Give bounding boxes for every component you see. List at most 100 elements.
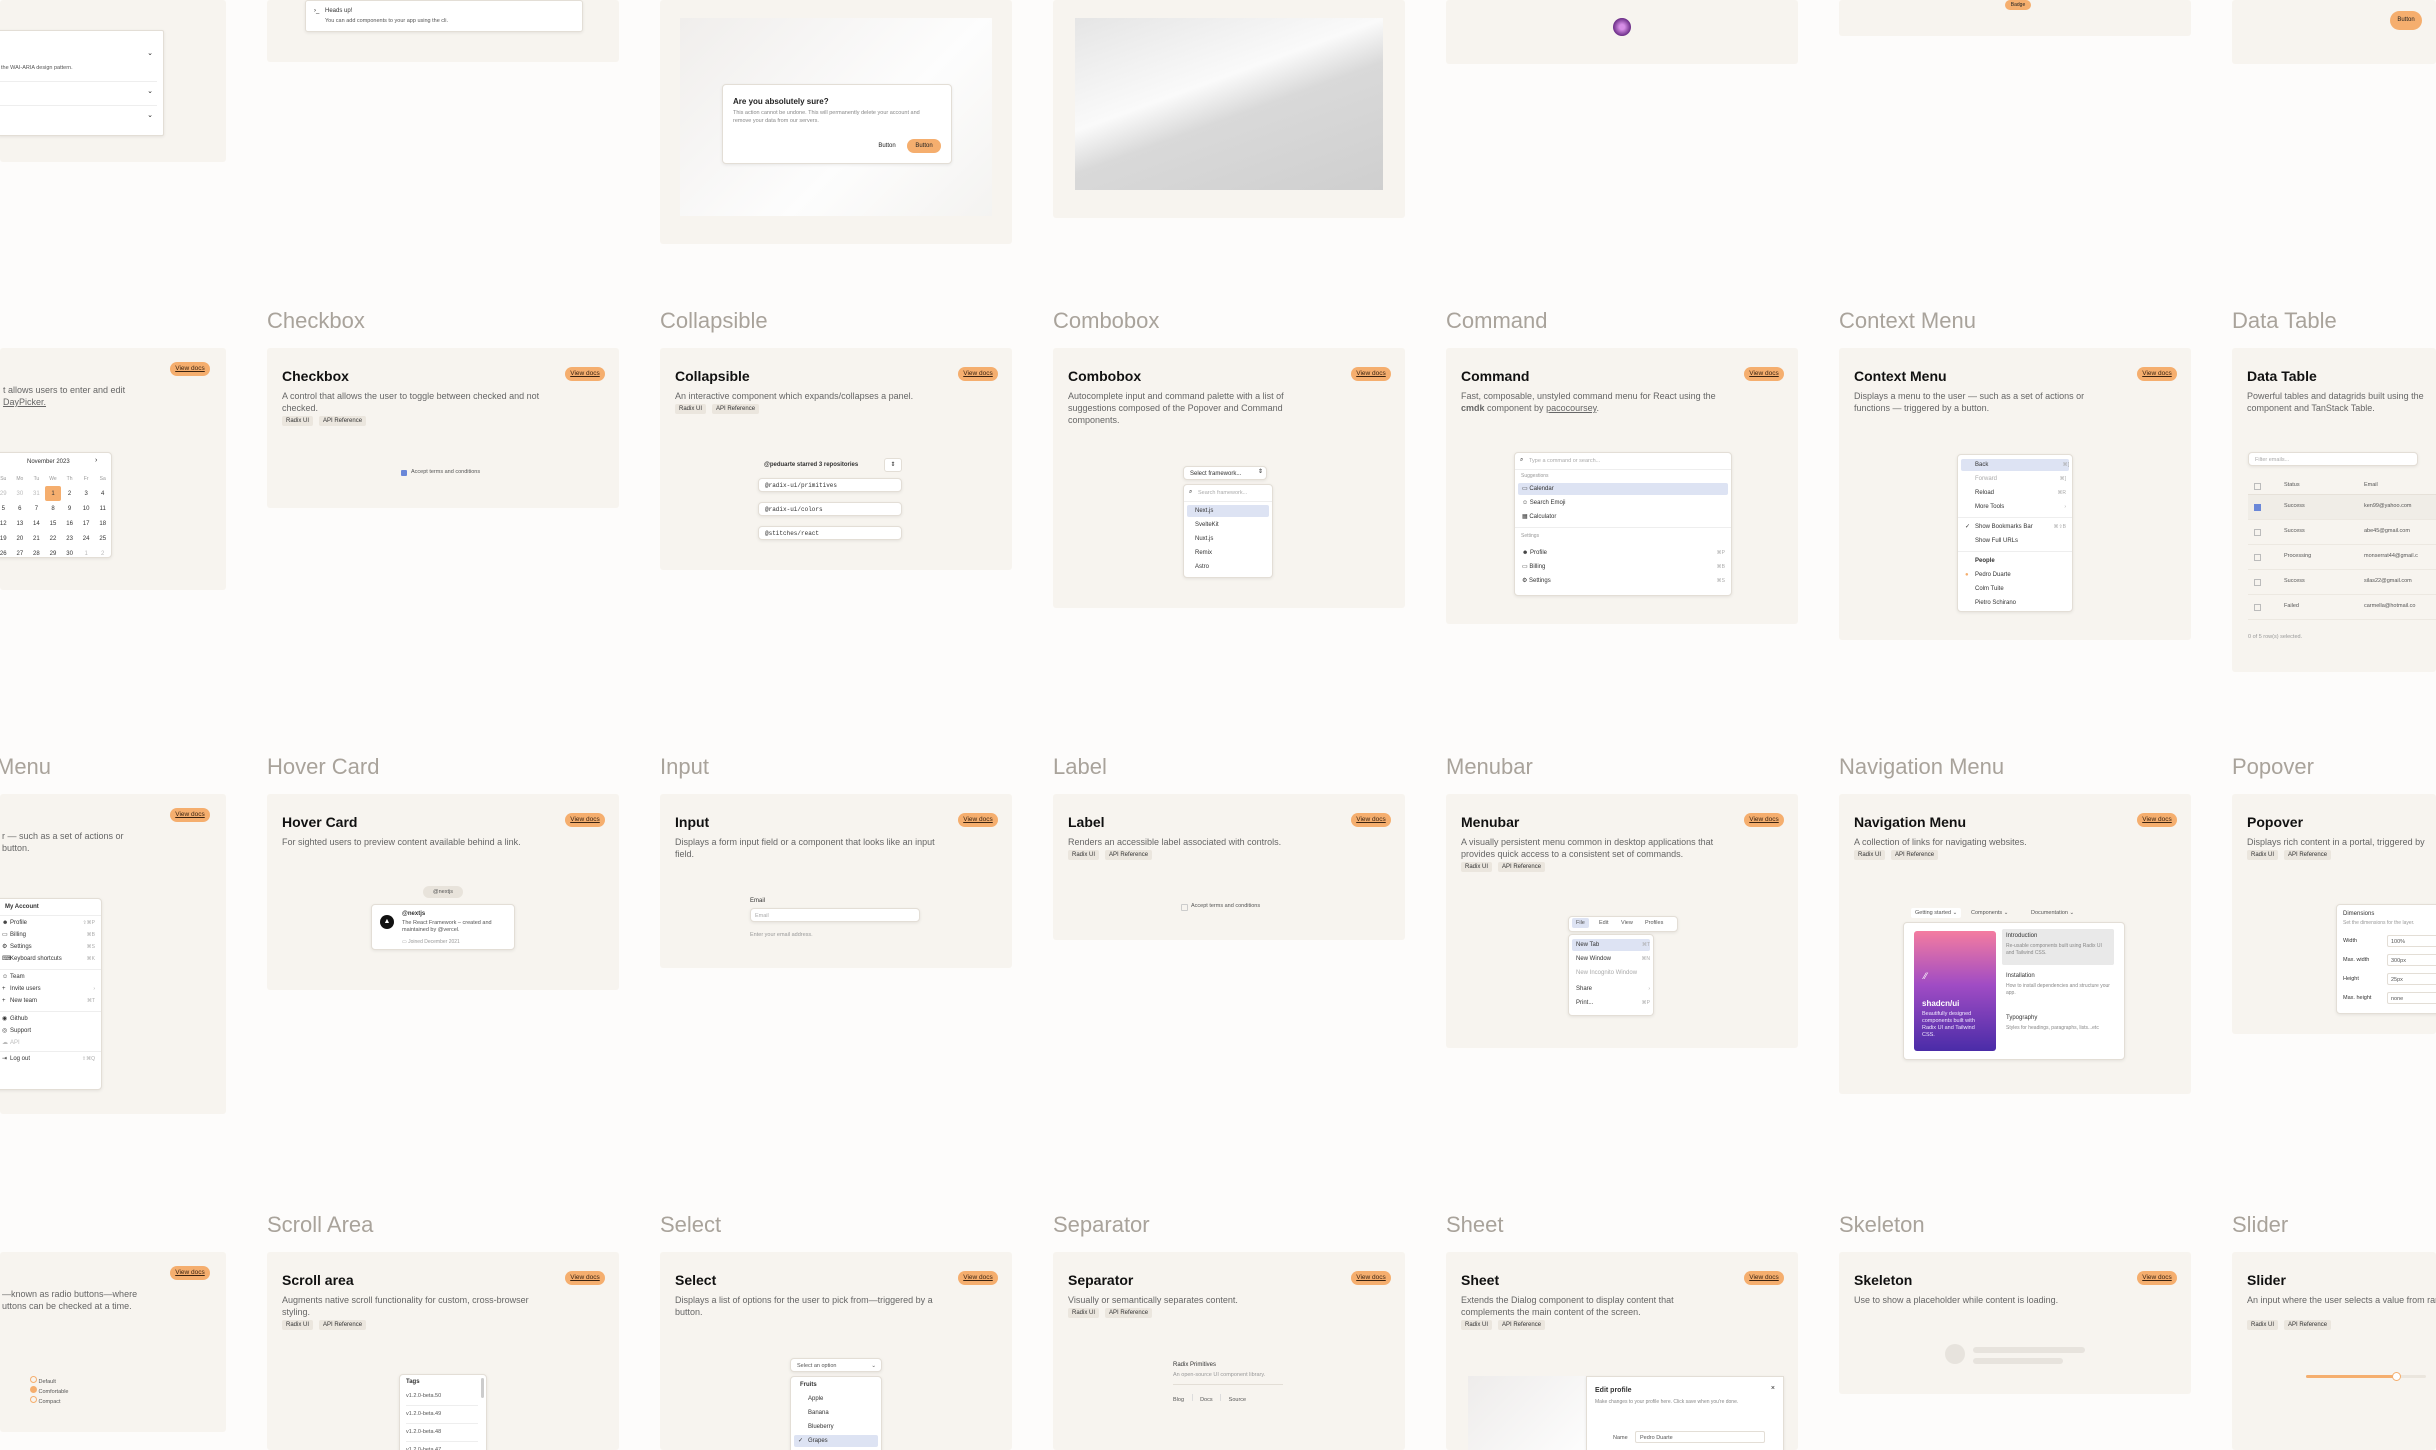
calendar-day[interactable]: 7 (28, 501, 45, 516)
dropdown-item[interactable]: ⌨Keyboard shortcuts ⌘K (0, 953, 95, 965)
chevrons-up-down-icon[interactable]: ⇕ (884, 458, 902, 472)
cancel-button[interactable]: Button (873, 139, 901, 153)
radix-ui-tag[interactable]: Radix UI (2247, 1320, 2279, 1330)
nav-link-documentation[interactable]: Documentation ⌄ (2031, 910, 2074, 916)
checkbox[interactable] (2254, 483, 2261, 490)
calendar-day[interactable]: 18 (94, 516, 111, 531)
hover-card-trigger[interactable]: @nextjs (423, 886, 463, 898)
radix-ui-tag[interactable]: Radix UI (282, 1320, 314, 1330)
table-row[interactable]: Success ken99@yahoo.com (2248, 495, 2436, 520)
radio-option[interactable]: Comfortable (30, 1386, 69, 1396)
calendar-day[interactable]: 15 (45, 516, 62, 531)
calendar-day[interactable]: 29 (45, 546, 62, 561)
calendar-day[interactable]: 6 (12, 501, 29, 516)
calendar-day[interactable]: 30 (12, 486, 29, 501)
calendar-day[interactable]: 17 (78, 516, 95, 531)
checkbox[interactable] (1181, 904, 1188, 911)
api-reference-tag[interactable]: API Reference (1105, 850, 1153, 860)
column-header-email[interactable]: Email (2364, 482, 2378, 488)
calendar-day[interactable]: 23 (61, 531, 78, 546)
checkbox[interactable] (401, 470, 407, 476)
calendar-day[interactable]: 5 (0, 501, 12, 516)
select-option[interactable]: Apple (794, 1393, 875, 1405)
menubar-view[interactable]: View (1621, 920, 1633, 926)
chevron-right-icon[interactable]: › (95, 457, 97, 464)
command-input[interactable]: Type a command or search... (1529, 458, 1600, 464)
checkbox[interactable] (2254, 529, 2261, 536)
nav-entry[interactable]: Introduction Re-usable components built … (2002, 929, 2114, 965)
table-row[interactable]: Processing monserrat44@gmail.c (2248, 545, 2436, 570)
radix-ui-tag[interactable]: Radix UI (1068, 1308, 1100, 1318)
select-option[interactable]: Banana (794, 1407, 875, 1419)
link-source[interactable]: Source (1229, 1397, 1246, 1403)
calendar-day[interactable]: 14 (28, 516, 45, 531)
view-docs-button[interactable]: View docs (565, 1271, 605, 1285)
popover-field-input[interactable]: 300px (2387, 954, 2436, 966)
view-docs-button[interactable]: View docs (1744, 1271, 1784, 1285)
api-reference-tag[interactable]: API Reference (712, 404, 760, 414)
checkbox[interactable] (2254, 604, 2261, 611)
filter-input[interactable]: Filter emails... (2248, 452, 2418, 466)
calendar-day[interactable]: 12 (0, 516, 12, 531)
chevron-down-icon[interactable]: ⌄ (147, 111, 153, 119)
table-row[interactable]: Success silas22@gmail.com (2248, 570, 2436, 595)
context-menu-item[interactable]: Reload ⌘R (1961, 487, 2066, 499)
api-reference-tag[interactable]: API Reference (2284, 850, 2332, 860)
menubar-edit[interactable]: Edit (1599, 920, 1608, 926)
table-row[interactable]: Failed carmella@hotmail.co (2248, 595, 2436, 620)
menubar-item[interactable]: New Incognito Window (1572, 967, 1650, 979)
email-input[interactable]: Email (750, 908, 920, 922)
view-docs-button[interactable]: View docs (1351, 367, 1391, 381)
context-menu-item[interactable]: More Tools › (1961, 501, 2066, 513)
dropdown-item[interactable]: + Invite users › (0, 983, 95, 995)
logout-item[interactable]: ⇥ Log out ⇧⌘Q (0, 1053, 95, 1065)
calendar-day[interactable]: 21 (28, 531, 45, 546)
link-docs[interactable]: Docs (1200, 1397, 1213, 1403)
nav-entry[interactable]: Typography Styles for headings, paragrap… (2002, 1013, 2114, 1049)
dropdown-item[interactable]: ◎ Support (0, 1025, 95, 1037)
chevron-down-icon[interactable]: ⌄ (147, 87, 153, 95)
scroll-area[interactable]: Tags v1.2.0-beta.50 v1.2.0-beta.49 v1.2.0-… (399, 1374, 487, 1450)
radix-ui-tag[interactable]: Radix UI (1854, 850, 1886, 860)
select-option[interactable]: Blueberry (794, 1421, 875, 1433)
calendar-day[interactable]: 2 (94, 546, 111, 561)
calendar-day[interactable]: 4 (94, 486, 111, 501)
context-menu-item[interactable]: Forward ⌘] (1961, 473, 2066, 485)
view-docs-button[interactable]: View docs (2137, 367, 2177, 381)
select-option-selected[interactable]: ✓ Grapes (794, 1435, 878, 1447)
radio-option[interactable]: Compact (30, 1396, 69, 1406)
command-item-billing[interactable]: ▭ Billing ⌘B (1518, 561, 1725, 573)
context-menu-checkbox[interactable]: Show Full URLs (1961, 535, 2066, 547)
view-docs-button[interactable]: View docs (958, 813, 998, 827)
combobox-option[interactable]: Remix (1187, 547, 1266, 559)
nav-entry[interactable]: Installation How to install dependencies… (2002, 971, 2114, 1007)
command-item-calculator[interactable]: ▦ Calculator (1518, 511, 1725, 523)
dropdown-item[interactable]: ▭ Billing ⌘B (0, 929, 95, 941)
checkbox[interactable] (2254, 554, 2261, 561)
dropdown-item[interactable]: ☻ Profile ⇧⌘P (0, 917, 95, 929)
calendar-day[interactable]: 22 (45, 531, 62, 546)
api-reference-tag[interactable]: API Reference (1891, 850, 1939, 860)
close-icon[interactable]: × (1771, 1385, 1775, 1392)
nav-link-components[interactable]: Components ⌄ (1971, 910, 2008, 916)
calendar-day[interactable]: 30 (61, 546, 78, 561)
scrollbar[interactable] (481, 1378, 484, 1398)
combobox-option[interactable]: Astro (1187, 561, 1266, 573)
view-docs-button[interactable]: View docs (1744, 813, 1784, 827)
column-header-status[interactable]: Status (2284, 482, 2300, 488)
view-docs-button[interactable]: View docs (2137, 1271, 2177, 1285)
calendar-day[interactable]: 13 (12, 516, 29, 531)
api-reference-tag[interactable]: API Reference (1498, 1320, 1546, 1330)
view-docs-button[interactable]: View docs (2137, 813, 2177, 827)
calendar-day[interactable]: 1 (78, 546, 95, 561)
calendar-day[interactable]: 31 (28, 486, 45, 501)
menubar-item[interactable]: Print... ⌘P (1572, 997, 1650, 1009)
context-menu-radio[interactable]: ● Pedro Duarte (1961, 569, 2066, 581)
radix-ui-tag[interactable]: Radix UI (1068, 850, 1100, 860)
popover-field-input[interactable]: 100% (2387, 935, 2436, 947)
menubar-item[interactable]: New Window ⌘N (1572, 953, 1650, 965)
calendar-day[interactable]: 20 (12, 531, 29, 546)
menubar-item[interactable]: New Tab ⌘T (1572, 939, 1650, 951)
context-menu-radio[interactable]: Colm Tuite (1961, 583, 2066, 595)
view-docs-button[interactable]: View docs (565, 367, 605, 381)
